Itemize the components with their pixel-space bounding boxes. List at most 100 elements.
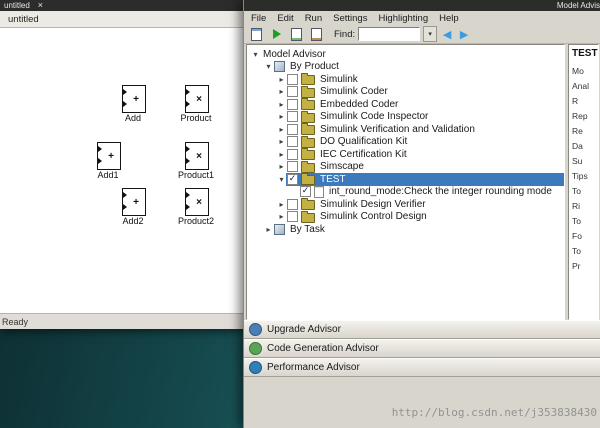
menu-run[interactable]: Run: [305, 13, 322, 24]
block-add1[interactable]: +: [97, 142, 121, 170]
tree-item-by-product[interactable]: ▾By Product: [247, 61, 564, 74]
model-canvas[interactable]: +Add×Product+Add1×Product1+Add2×Product2: [0, 28, 243, 313]
input-port-icon: [186, 158, 190, 164]
tree-item-label: By Task: [288, 224, 327, 235]
block-product1[interactable]: ×: [185, 142, 209, 170]
checkbox[interactable]: [287, 124, 298, 135]
find-next-icon[interactable]: [457, 27, 471, 41]
advisor-window-title: Model Advis: [557, 1, 600, 10]
tree-item-do-qualification-kit[interactable]: ▸DO Qualification Kit: [247, 136, 564, 149]
tree-item-test[interactable]: ▾✓TEST: [247, 173, 564, 186]
block-add2[interactable]: +: [122, 188, 146, 216]
right-arrow-icon[interactable]: ▸: [277, 112, 286, 121]
detail-panel: TEST MoAnalRRepReDaSuTipsToRiToFoToPr: [568, 44, 599, 320]
checkbox[interactable]: [287, 199, 298, 210]
model-name[interactable]: untitled: [8, 14, 39, 25]
block-add[interactable]: +: [122, 85, 146, 113]
tree-item-by-task[interactable]: ▸ By Task: [247, 223, 564, 236]
tree-item-content: Simulink: [286, 73, 564, 86]
find-dropdown-icon[interactable]: [423, 26, 437, 42]
checkbox[interactable]: [287, 74, 298, 85]
right-arrow-icon[interactable]: ▸: [277, 87, 286, 96]
checkbox[interactable]: [287, 111, 298, 122]
editor-statusbar: Ready: [0, 313, 243, 329]
right-arrow-icon[interactable]: ▸: [277, 200, 286, 209]
input-port-icon: [98, 146, 102, 152]
folder-icon: [301, 163, 315, 173]
right-arrow-icon[interactable]: ▸: [277, 212, 286, 221]
tree-item-model-advisor[interactable]: ▾Model Advisor: [247, 48, 564, 61]
print-glyph: [311, 28, 322, 41]
find-label: Find:: [334, 29, 355, 40]
down-arrow-icon[interactable]: ▾: [277, 175, 286, 184]
block-symbol: ×: [196, 151, 202, 162]
advisor-check-tree[interactable]: ▾Model Advisor▾By Product▸Simulink▸Simul…: [246, 44, 565, 320]
down-arrow-icon[interactable]: ▾: [264, 62, 273, 71]
right-arrow-icon[interactable]: ▸: [277, 75, 286, 84]
report-icon[interactable]: [248, 27, 265, 42]
right-arrow-icon[interactable]: ▸: [277, 100, 286, 109]
input-port-icon: [186, 192, 190, 198]
detail-line: Fo: [572, 231, 598, 241]
right-arrow-icon[interactable]: ▸: [264, 225, 273, 234]
simulink-editor-window: untitled × untitled +Add×Product+Add1×Pr…: [0, 0, 243, 329]
tree-item-embedded-coder[interactable]: ▸Embedded Coder: [247, 98, 564, 111]
advisor-bar-label: Code Generation Advisor: [267, 343, 379, 354]
checkbox[interactable]: [287, 136, 298, 147]
right-arrow-icon[interactable]: ▸: [277, 162, 286, 171]
advisor-filler: [244, 377, 600, 428]
tree-item-simulink-coder[interactable]: ▸ Simulink Coder: [247, 86, 564, 99]
down-arrow-icon[interactable]: ▾: [251, 50, 260, 59]
menu-edit[interactable]: Edit: [277, 13, 293, 24]
checkbox[interactable]: [287, 99, 298, 110]
tree-item-simulink[interactable]: ▸Simulink: [247, 73, 564, 86]
print-report-icon[interactable]: [308, 27, 325, 42]
block-label: Product2: [166, 216, 226, 226]
box-icon: [274, 224, 285, 235]
detail-line: Mo: [572, 66, 598, 76]
find-input[interactable]: [358, 27, 420, 41]
block-product2[interactable]: ×: [185, 188, 209, 216]
input-port-icon: [123, 89, 127, 95]
menu-help[interactable]: Help: [439, 13, 459, 24]
editor-titlebar[interactable]: untitled ×: [0, 0, 243, 11]
block-symbol: +: [133, 197, 139, 208]
menu-highlighting[interactable]: Highlighting: [378, 13, 428, 24]
right-arrow-icon[interactable]: ▸: [277, 150, 286, 159]
menu-bar: File Edit Run Settings Highlighting Help: [244, 11, 600, 25]
performance-advisor-bar[interactable]: Performance Advisor: [244, 358, 600, 377]
tree-item-label: Simulink Design Verifier: [318, 199, 428, 210]
folder-icon: [301, 75, 315, 85]
folder-icon: [301, 125, 315, 135]
tree-item-simulink-control-design[interactable]: ▸ Simulink Control Design: [247, 211, 564, 224]
block-product[interactable]: ×: [185, 85, 209, 113]
checkbox[interactable]: ✓: [300, 186, 311, 197]
right-arrow-icon[interactable]: ▸: [277, 125, 286, 134]
checkbox[interactable]: [287, 86, 298, 97]
checkbox[interactable]: [287, 149, 298, 160]
find-previous-icon[interactable]: [440, 27, 454, 41]
tree-item-label: Simulink Coder: [318, 86, 390, 97]
editor-breadcrumb: untitled: [0, 11, 243, 28]
run-checks-icon[interactable]: [268, 27, 285, 42]
checkbox[interactable]: [287, 161, 298, 172]
tree-item-simulink-design-verifier[interactable]: ▸ Simulink Design Verifier: [247, 198, 564, 211]
close-icon[interactable]: ×: [38, 1, 43, 10]
right-arrow-icon[interactable]: ▸: [277, 137, 286, 146]
menu-file[interactable]: File: [251, 13, 266, 24]
export-report-icon[interactable]: [288, 27, 305, 42]
tree-item-label: Simulink Control Design: [318, 211, 429, 222]
menu-settings[interactable]: Settings: [333, 13, 367, 24]
tree-item-simulink-code-inspector[interactable]: ▸Simulink Code Inspector: [247, 111, 564, 124]
code-generation-advisor-bar[interactable]: Code Generation Advisor: [244, 339, 600, 358]
tree-item-iec-certification-kit[interactable]: ▸IEC Certification Kit: [247, 148, 564, 161]
tree-item-simulink-verification-and-validation[interactable]: ▸Simulink Verification and Validation: [247, 123, 564, 136]
advisor-titlebar[interactable]: Model Advis: [244, 0, 600, 11]
report-glyph: [251, 28, 262, 41]
checkbox[interactable]: ✓: [287, 174, 298, 185]
checkbox[interactable]: [287, 211, 298, 222]
folder-icon: [301, 100, 315, 110]
tree-item-simscape[interactable]: ▸Simscape: [247, 161, 564, 174]
upgrade-advisor-bar[interactable]: Upgrade Advisor: [244, 320, 600, 339]
tree-item-int-round-mode-check-the-integer-rounding-mode[interactable]: ✓int_round_mode:Check the integer roundi…: [247, 186, 564, 199]
